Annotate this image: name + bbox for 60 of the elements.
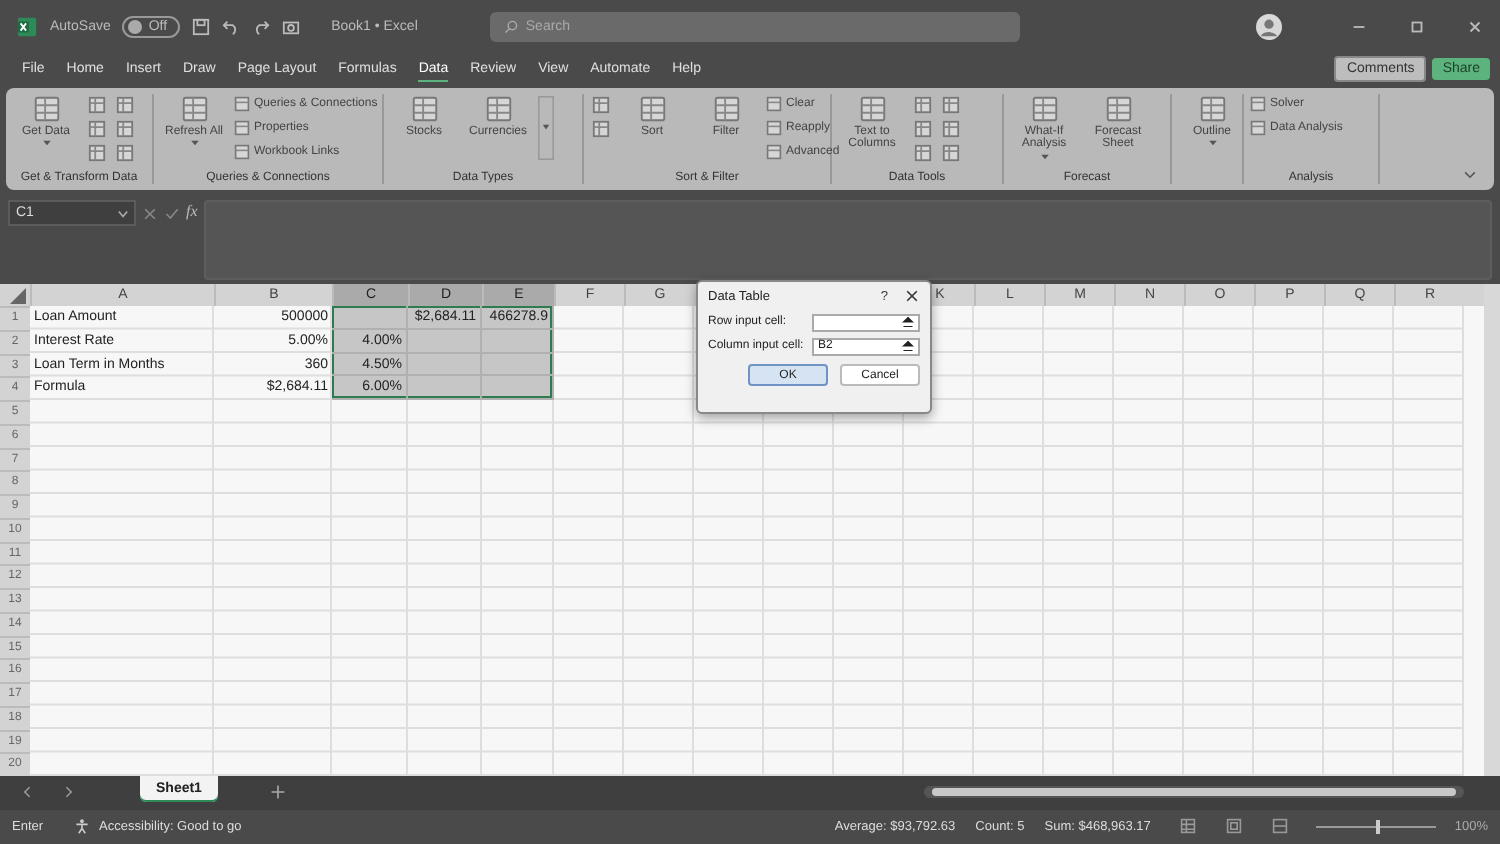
- table-icon[interactable]: [116, 143, 134, 162]
- table-icon[interactable]: [914, 143, 932, 162]
- table-icon: [1197, 93, 1227, 124]
- cancel-icon[interactable]: [142, 206, 158, 223]
- maximize-icon[interactable]: [1408, 18, 1426, 37]
- collapse-icon[interactable]: [902, 340, 914, 352]
- table-icon: [766, 96, 782, 113]
- redo-icon[interactable]: [251, 18, 270, 37]
- caret-icon: [118, 209, 128, 218]
- table-icon[interactable]: [942, 119, 960, 138]
- table-icon[interactable]: [88, 95, 106, 114]
- close-icon[interactable]: [1466, 18, 1484, 37]
- table-icon: [1103, 93, 1133, 124]
- add-sheet-icon[interactable]: [269, 784, 286, 801]
- table-icon: [711, 93, 741, 124]
- table-icon[interactable]: [592, 119, 610, 138]
- table-icon[interactable]: [592, 95, 610, 114]
- table-icon: [234, 120, 250, 137]
- excel-logo-icon: [16, 16, 38, 39]
- formula-input[interactable]: [203, 200, 1492, 281]
- table-icon[interactable]: [914, 95, 932, 114]
- table-icon: [637, 93, 667, 124]
- table-icon[interactable]: [116, 119, 134, 138]
- table-icon: [857, 93, 887, 124]
- undo-icon[interactable]: [221, 18, 240, 37]
- table-icon: [31, 93, 61, 124]
- table-icon: [1250, 96, 1266, 113]
- table-icon[interactable]: [116, 95, 134, 114]
- save-icon[interactable]: [191, 18, 210, 37]
- table-icon: [409, 93, 439, 124]
- normal-view-icon[interactable]: [1180, 818, 1197, 835]
- table-icon: [483, 93, 513, 124]
- chevron-icon[interactable]: [1462, 166, 1478, 183]
- collapse-icon[interactable]: [902, 316, 914, 328]
- page-layout-icon[interactable]: [1226, 818, 1243, 835]
- table-icon: [1029, 93, 1059, 124]
- table-icon: [1250, 120, 1266, 137]
- accessibility-icon[interactable]: [73, 818, 90, 835]
- check-icon[interactable]: [164, 206, 180, 223]
- table-icon[interactable]: [914, 119, 932, 138]
- previous-sheet-icon[interactable]: [20, 784, 36, 801]
- camera-icon[interactable]: [281, 18, 300, 37]
- table-icon: [766, 144, 782, 161]
- horizontal-scrollbar[interactable]: [924, 786, 1464, 799]
- table-icon[interactable]: [942, 95, 960, 114]
- table-icon: [179, 93, 209, 124]
- close-icon[interactable]: [904, 288, 920, 304]
- avatar-icon[interactable]: [1256, 14, 1282, 41]
- table-icon[interactable]: [88, 119, 106, 138]
- vertical-scrollbar[interactable]: [1484, 284, 1500, 776]
- input-field[interactable]: [812, 313, 920, 331]
- table-icon: [234, 144, 250, 161]
- table-icon: [234, 96, 250, 113]
- search-icon: [503, 20, 518, 35]
- insert-function-button[interactable]: fx: [186, 202, 198, 221]
- page-break-icon[interactable]: [1272, 818, 1289, 835]
- next-sheet-icon[interactable]: [60, 784, 76, 801]
- table-icon: [766, 120, 782, 137]
- table-icon[interactable]: [942, 143, 960, 162]
- table-icon[interactable]: [88, 143, 106, 162]
